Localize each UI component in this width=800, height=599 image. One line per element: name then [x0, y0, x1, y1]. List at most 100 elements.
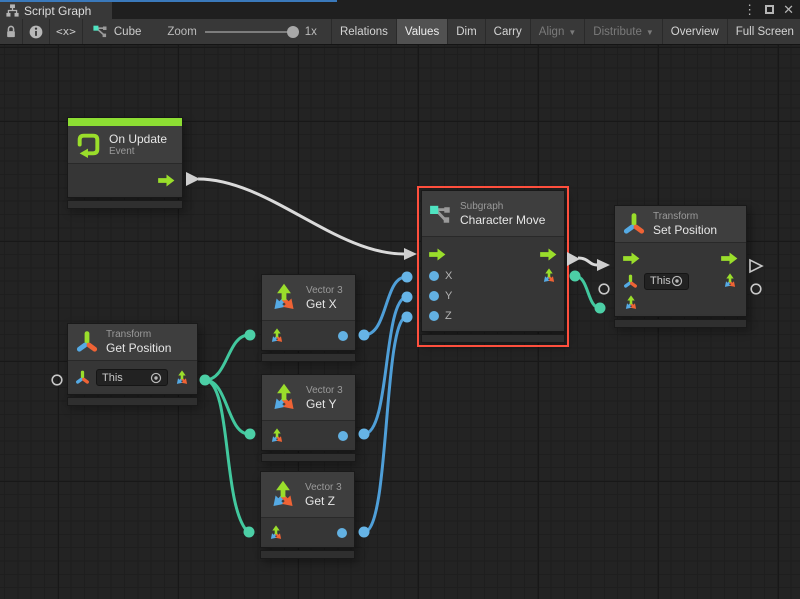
- port-dot[interactable]: [359, 330, 370, 341]
- toolbar-button-distribute[interactable]: Distribute ▼: [585, 19, 663, 44]
- unconnected-flow-triangle[interactable]: [750, 260, 762, 272]
- graph-canvas[interactable]: On Update Event Transform Get Position: [0, 45, 800, 599]
- vector3-output-port[interactable]: [722, 273, 738, 289]
- port-dot[interactable]: [245, 429, 256, 440]
- flow-wire-end-arrow: [597, 259, 610, 271]
- toolbar-button-values[interactable]: Values: [397, 19, 448, 44]
- node-header: Vector 3 Get Y: [262, 375, 355, 421]
- wire-charactermove-vector-to-setposition[interactable]: [575, 276, 600, 308]
- port-dot[interactable]: [402, 292, 413, 303]
- port-dot[interactable]: [245, 330, 256, 341]
- toolbar-button-dim[interactable]: Dim: [448, 19, 485, 44]
- edit-script-button[interactable]: <x>: [50, 19, 83, 44]
- node-title: Get Position: [106, 341, 171, 355]
- window-menu-icon[interactable]: ⋮: [743, 0, 756, 19]
- node-title: On Update: [109, 132, 167, 146]
- window-maximize-icon[interactable]: [765, 5, 774, 14]
- node-character-move[interactable]: Subgraph Character Move X Y: [421, 190, 565, 343]
- vector3-output-port[interactable]: [174, 370, 190, 386]
- flow-input-port[interactable]: [429, 248, 446, 261]
- zoom-slider[interactable]: [205, 31, 297, 33]
- wire-getz-to-z[interactable]: [364, 317, 406, 532]
- script-graph-icon: [6, 4, 19, 17]
- chevron-down-icon: ▼: [646, 28, 654, 37]
- toolbar-button-full-screen[interactable]: Full Screen: [728, 19, 800, 44]
- vector3-input-port[interactable]: [268, 525, 284, 541]
- node-get-position[interactable]: Transform Get Position This: [67, 323, 198, 406]
- node-header: Transform Set Position: [615, 206, 746, 243]
- vector3-icon: [269, 383, 299, 413]
- flow-output-port[interactable]: [540, 248, 557, 261]
- input-port-x[interactable]: [429, 271, 439, 281]
- unconnected-port-circle[interactable]: [599, 284, 609, 294]
- flow-output-port[interactable]: [721, 252, 738, 265]
- node-header: On Update Event: [68, 126, 182, 164]
- port-dot[interactable]: [595, 303, 606, 314]
- port-dot[interactable]: [570, 271, 581, 282]
- wire-charactermove-to-setposition[interactable]: [578, 258, 597, 265]
- window-close-icon[interactable]: ✕: [783, 0, 794, 19]
- this-value: This: [650, 275, 671, 287]
- object-picker-icon[interactable]: [150, 372, 162, 384]
- vector3-input-port[interactable]: [269, 428, 285, 444]
- wire-getposition-to-getz[interactable]: [205, 380, 248, 532]
- toolbar-button-relations[interactable]: Relations: [332, 19, 397, 44]
- input-port-z[interactable]: [429, 311, 439, 321]
- toolbar-button-overview[interactable]: Overview: [663, 19, 728, 44]
- this-port-transform-icon[interactable]: [75, 370, 90, 385]
- object-picker-icon[interactable]: [671, 275, 683, 287]
- this-port-transform-icon[interactable]: [623, 274, 638, 289]
- toolbar-button-align[interactable]: Align ▼: [531, 19, 586, 44]
- tab-script-graph[interactable]: Script Graph: [0, 2, 112, 19]
- float-output-port[interactable]: [338, 331, 348, 341]
- wire-getposition-to-gety[interactable]: [205, 380, 249, 434]
- zoom-value: 1x: [305, 26, 317, 38]
- node-title: Character Move: [460, 213, 545, 227]
- port-dot[interactable]: [402, 312, 413, 323]
- node-type: Vector 3: [306, 285, 343, 297]
- unconnected-port-circle[interactable]: [52, 375, 62, 385]
- info-icon: [29, 25, 43, 39]
- node-subtitle: Event: [109, 146, 167, 158]
- this-input-field[interactable]: This: [96, 369, 168, 386]
- port-dot[interactable]: [200, 375, 211, 386]
- flow-output-port[interactable]: [158, 174, 175, 187]
- button-label: Values: [405, 26, 439, 38]
- wire-getposition-to-getx[interactable]: [205, 335, 249, 380]
- port-dot[interactable]: [359, 527, 370, 538]
- node-footer: [614, 319, 747, 328]
- vector3-input-port[interactable]: [269, 328, 285, 344]
- transform-icon: [622, 212, 646, 236]
- node-header: Subgraph Character Move: [422, 191, 564, 237]
- this-input-field[interactable]: This: [644, 273, 689, 290]
- zoom-slider-handle[interactable]: [287, 26, 299, 38]
- flow-input-port[interactable]: [623, 252, 640, 265]
- input-port-y[interactable]: [429, 291, 439, 301]
- float-output-port[interactable]: [338, 431, 348, 441]
- unconnected-port-circle[interactable]: [751, 284, 761, 294]
- wire-getx-to-x[interactable]: [364, 277, 406, 335]
- vector3-output-port[interactable]: [541, 268, 557, 284]
- node-get-y[interactable]: Vector 3 Get Y: [261, 374, 356, 462]
- node-header: Vector 3 Get Z: [261, 472, 354, 518]
- node-get-z[interactable]: Vector 3 Get Z: [260, 471, 355, 559]
- lock-button[interactable]: [0, 19, 23, 44]
- code-icon: <x>: [56, 25, 76, 38]
- graph-owner-breadcrumb[interactable]: Cube: [83, 19, 154, 44]
- port-dot[interactable]: [359, 429, 370, 440]
- node-set-position[interactable]: Transform Set Position This: [614, 205, 747, 328]
- node-get-x[interactable]: Vector 3 Get X: [261, 274, 356, 362]
- info-button[interactable]: [23, 19, 50, 44]
- node-on-update[interactable]: On Update Event: [67, 117, 183, 209]
- port-dot[interactable]: [244, 527, 255, 538]
- vector3-value-input-port[interactable]: [623, 295, 639, 311]
- button-label: Dim: [456, 26, 476, 38]
- port-dot[interactable]: [402, 272, 413, 283]
- float-output-port[interactable]: [337, 528, 347, 538]
- toolbar-button-carry[interactable]: Carry: [486, 19, 531, 44]
- graph-icon: [93, 24, 108, 39]
- wire-onupdate-to-charactermove[interactable]: [198, 179, 404, 254]
- button-label: Full Screen: [736, 26, 794, 38]
- wire-gety-to-y[interactable]: [364, 297, 406, 434]
- node-footer: [261, 353, 356, 362]
